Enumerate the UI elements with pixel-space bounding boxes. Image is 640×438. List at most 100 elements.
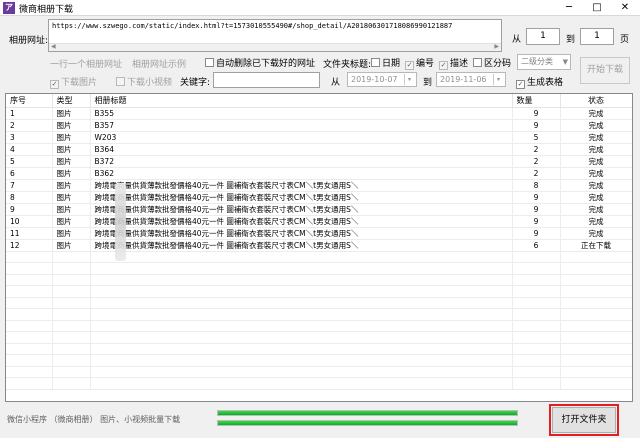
one-per-line-link[interactable]: 一行一个相册网址 [50, 57, 122, 70]
cell-title: 跨境電商量供貨薄款批發價格40元一件 圖補衛衣套裝尺寸表CM＼t男女通用S＼ [90, 203, 513, 216]
opt-date-check[interactable] [371, 58, 380, 67]
minimize-icon[interactable]: ─ [554, 0, 584, 16]
empty-row [6, 366, 632, 378]
calendar-icon[interactable]: ▾ [493, 74, 503, 85]
cell-no: 2 [6, 119, 53, 132]
table-row[interactable]: 9 图片 跨境電商量供貨薄款批發價格40元一件 圖補衛衣套裝尺寸表CM＼t男女通用S… [6, 203, 632, 216]
download-images-checkbox[interactable]: 下载图片 [50, 75, 97, 89]
cell-type: 图片 [52, 107, 91, 120]
table-row[interactable]: 6 图片 B362 2 完成 [6, 167, 632, 180]
generate-table-check[interactable] [516, 80, 525, 89]
date-from-label: 从 [331, 78, 341, 88]
opt-date-checkbox[interactable]: 日期 [371, 56, 400, 69]
cell-count: 5 [512, 131, 561, 144]
column-header-no[interactable]: 序号 [6, 94, 53, 108]
column-header-title[interactable]: 相册标题 [90, 94, 513, 108]
opt-desc-check[interactable] [439, 61, 448, 70]
table-row[interactable]: 12 图片 跨境電商量供貨薄款批發價格40元一件 圖補衛衣套裝尺寸表CM＼t男女通用… [6, 239, 632, 252]
table-row[interactable]: 4 图片 B364 2 完成 [6, 143, 632, 156]
auto-delete-checkbox[interactable]: 自动删除已下载好的网址 [205, 56, 315, 69]
start-download-button[interactable]: 开始下载 [580, 57, 630, 84]
column-header-count[interactable]: 数量 [512, 94, 561, 108]
date-to-picker[interactable]: 2019-11-06 ▾ [436, 72, 506, 87]
scroll-right-icon[interactable]: ▶ [494, 43, 499, 50]
cell-count: 2 [512, 155, 561, 168]
scroll-left-icon[interactable]: ◀ [51, 43, 56, 50]
album-table[interactable]: 序号 类型 相册标题 数量 状态 1 图片 B355 9 完成 2 图片 B357 9 完成 3… [5, 93, 633, 402]
date-to-label: 到 [423, 78, 433, 88]
generate-table-checkbox[interactable]: 生成表格 [516, 75, 563, 89]
cell-type: 图片 [52, 203, 91, 216]
auto-delete-check[interactable] [205, 58, 214, 67]
cell-type: 图片 [52, 239, 91, 252]
cell-type: 图片 [52, 179, 91, 192]
opt-split-check[interactable] [473, 58, 482, 67]
date-from-picker[interactable]: 2019-10-07 ▾ [347, 72, 417, 87]
table-row[interactable]: 11 图片 跨境電商量供貨薄款批發價格40元一件 圖補衛衣套裝尺寸表CM＼t男女通用… [6, 227, 632, 240]
opt-date-label: 日期 [382, 59, 401, 69]
empty-row [6, 251, 632, 263]
cell-title: 跨境電商量供貨薄款批發價格40元一件 圖補衛衣套裝尺寸表CM＼t男女通用S＼ [90, 191, 513, 204]
table-row[interactable]: 2 图片 B357 9 完成 [6, 119, 632, 132]
cell-count: 9 [512, 191, 561, 204]
category-select[interactable]: 二级分类 ▼ [517, 54, 571, 70]
opt-number-check[interactable] [405, 61, 414, 70]
opt-desc-label: 描述 [450, 59, 469, 69]
title-bar [0, 0, 640, 16]
app-icon: ア [3, 2, 15, 14]
empty-row [6, 297, 632, 309]
cell-title: 跨境電商量供貨薄款批發價格40元一件 圖補衛衣套裝尺寸表CM＼t男女通用S＼ [90, 215, 513, 228]
table-row[interactable]: 8 图片 跨境電商量供貨薄款批發價格40元一件 圖補衛衣套裝尺寸表CM＼t男女通用S… [6, 191, 632, 204]
folder-title-label: 文件夹标题: [323, 60, 372, 70]
cell-title: W203 [90, 131, 513, 144]
cell-status: 正在下载 [560, 239, 632, 252]
progress-fill-current [218, 421, 517, 425]
table-row[interactable]: 7 图片 跨境電商量供貨薄款批發價格40元一件 圖補衛衣套裝尺寸表CM＼t男女通用S… [6, 179, 632, 192]
opt-split-checkbox[interactable]: 区分码 [473, 56, 511, 69]
cell-status: 完成 [560, 227, 632, 240]
url-example-link[interactable]: 相册网址示例 [132, 57, 186, 70]
from-page-input[interactable]: 1 [526, 28, 560, 45]
cell-title: B355 [90, 107, 513, 120]
download-videos-label: 下载小视频 [127, 78, 173, 88]
column-header-type[interactable]: 类型 [52, 94, 91, 108]
table-row[interactable]: 10 图片 跨境電商量供貨薄款批發價格40元一件 圖補衛衣套裝尺寸表CM＼t男女通用… [6, 215, 632, 228]
progress-bar-current [217, 420, 518, 426]
opt-desc-checkbox[interactable]: 描述 [439, 56, 468, 70]
opt-number-checkbox[interactable]: 编号 [405, 56, 434, 70]
url-value: https://www.szwego.com/static/index.html… [52, 22, 453, 30]
cell-type: 图片 [52, 119, 91, 132]
cell-status: 完成 [560, 131, 632, 144]
download-videos-checkbox[interactable]: 下载小视频 [116, 75, 172, 88]
calendar-icon[interactable]: ▾ [404, 74, 414, 85]
to-page-label: 到 [566, 35, 576, 45]
opt-number-label: 编号 [416, 59, 435, 69]
empty-row [6, 377, 632, 390]
column-header-status[interactable]: 状态 [560, 94, 632, 108]
maximize-icon[interactable]: □ [582, 0, 612, 16]
cell-no: 3 [6, 131, 53, 144]
cell-no: 11 [6, 227, 53, 240]
table-row[interactable]: 5 图片 B372 2 完成 [6, 155, 632, 168]
to-page-input[interactable]: 1 [580, 28, 614, 45]
cell-status: 完成 [560, 191, 632, 204]
cell-count: 2 [512, 143, 561, 156]
keyword-input[interactable] [213, 72, 320, 88]
download-videos-check[interactable] [116, 77, 125, 86]
cell-title: 跨境電商量供貨薄款批發價格40元一件 圖補衛衣套裝尺寸表CM＼t男女通用S＼ [90, 179, 513, 192]
cell-no: 9 [6, 203, 53, 216]
date-to-value: 2019-11-06 [440, 75, 487, 84]
url-horizontal-scrollbar[interactable]: ◀ ▶ [49, 43, 501, 51]
cell-count: 8 [512, 179, 561, 192]
footer-description: 微信小程序 （微商相册） 图片、小视频批量下载 [7, 415, 181, 424]
cell-status: 完成 [560, 143, 632, 156]
close-icon[interactable]: ✕ [610, 0, 640, 16]
download-images-check[interactable] [50, 80, 59, 89]
cell-no: 12 [6, 239, 53, 252]
cell-status: 完成 [560, 215, 632, 228]
table-row[interactable]: 1 图片 B355 9 完成 [6, 107, 632, 120]
empty-row [6, 274, 632, 286]
cell-count: 2 [512, 167, 561, 180]
table-header-row: 序号 类型 相册标题 数量 状态 [6, 94, 632, 108]
table-row[interactable]: 3 图片 W203 5 完成 [6, 131, 632, 144]
